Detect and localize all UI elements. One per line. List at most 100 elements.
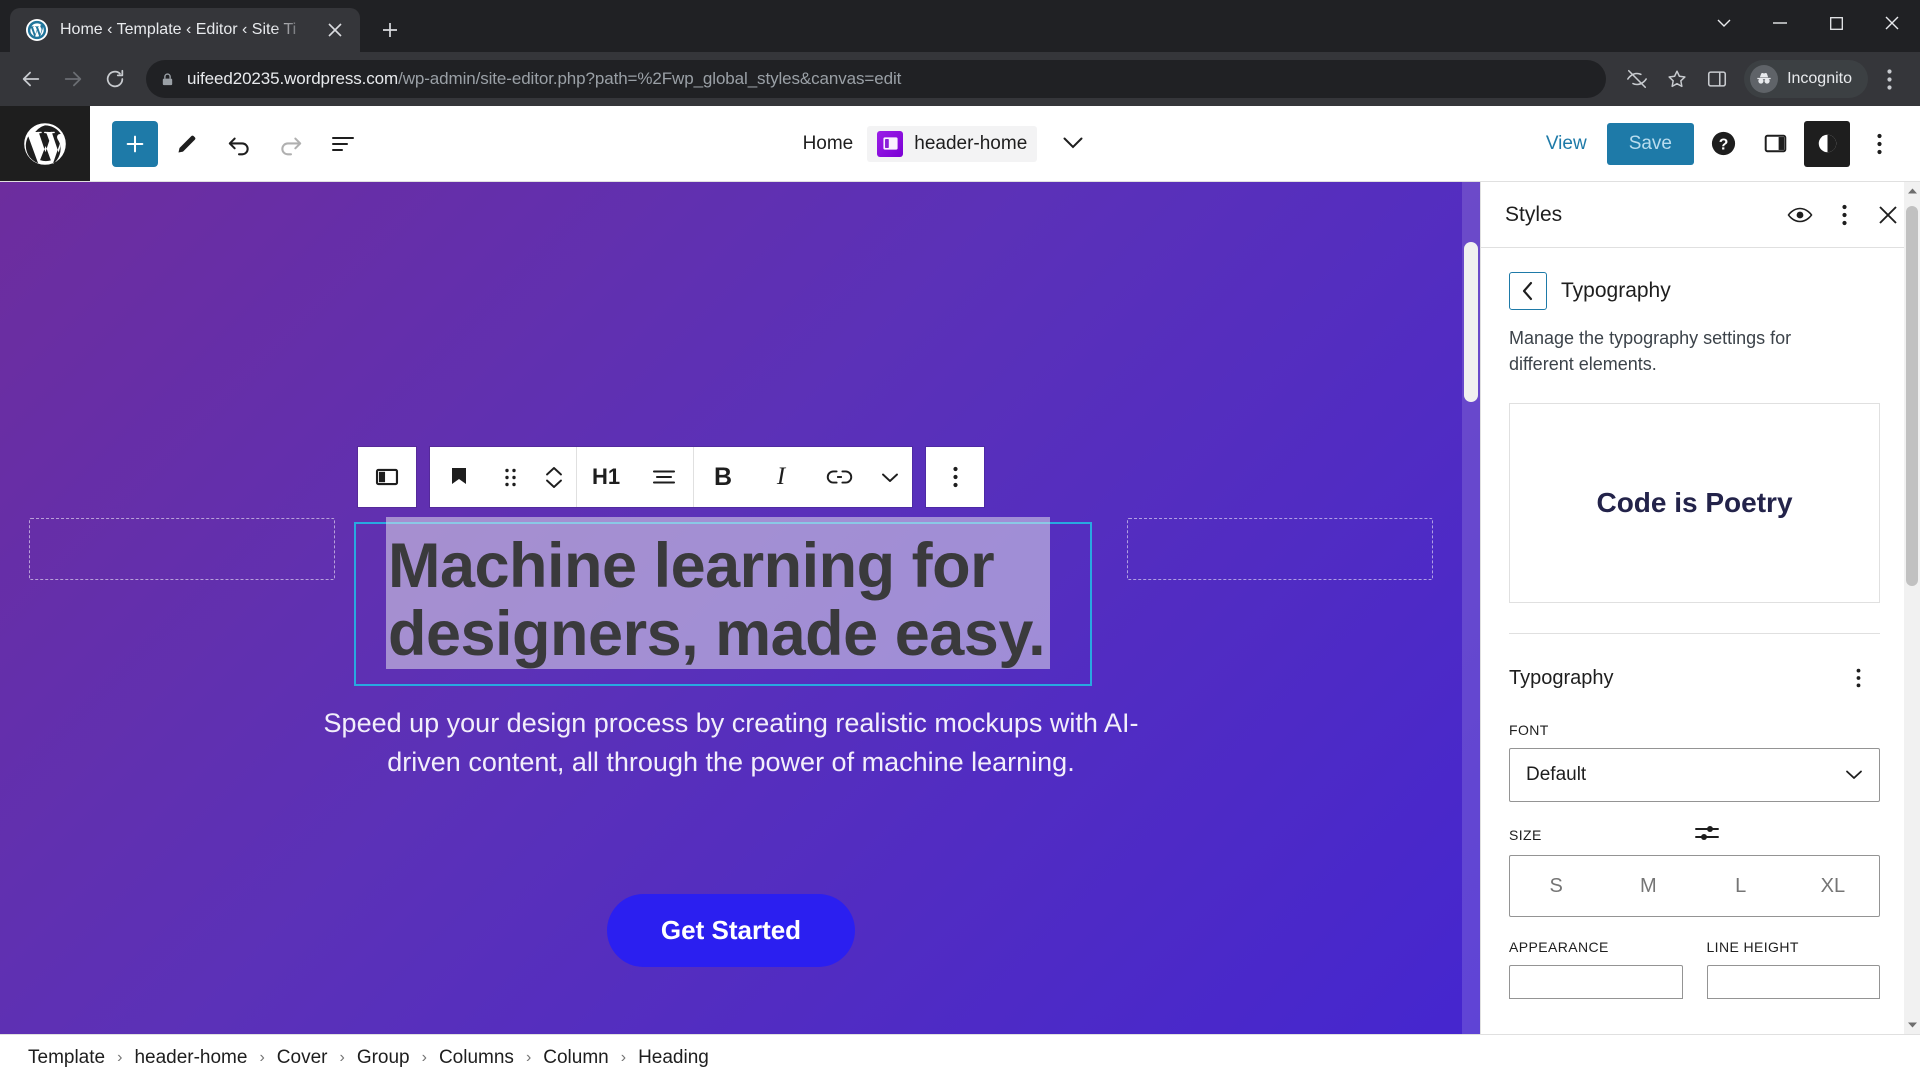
italic-button[interactable]: I <box>752 447 810 507</box>
cta-container: Get Started <box>0 894 1462 967</box>
breadcrumb-separator: › <box>339 1048 345 1066</box>
breadcrumb-separator: › <box>117 1048 123 1066</box>
block-options-group <box>926 447 984 507</box>
back-button[interactable] <box>12 60 50 98</box>
get-started-button[interactable]: Get Started <box>606 894 856 967</box>
appearance-label-text: Appearance <box>1509 939 1609 956</box>
typography-section-options[interactable] <box>1836 656 1880 700</box>
more-rich-text-button[interactable] <box>868 447 912 507</box>
appearance-select[interactable] <box>1509 965 1683 1000</box>
save-button[interactable]: Save <box>1606 122 1694 165</box>
line-height-input[interactable] <box>1706 965 1880 1000</box>
browser-toolbar: uifeed20235.wordpress.com/wp-admin/site-… <box>0 52 1920 106</box>
column-block-icon[interactable] <box>358 447 416 507</box>
window-chevron-icon[interactable] <box>1696 0 1752 46</box>
move-up-down-icon[interactable] <box>532 447 576 507</box>
settings-sidebar-toggle[interactable] <box>1752 121 1798 167</box>
view-button[interactable]: View <box>1532 133 1601 155</box>
size-field-label: Size <box>1509 824 1880 845</box>
breadcrumb-item-template[interactable]: Template <box>28 1047 105 1069</box>
size-option-m[interactable]: M <box>1602 856 1694 916</box>
size-option-l[interactable]: L <box>1695 856 1787 916</box>
drag-handle-icon[interactable] <box>488 447 532 507</box>
sidebar-scrollbar[interactable] <box>1904 182 1920 1034</box>
redo-button[interactable] <box>268 121 314 167</box>
add-block-button[interactable] <box>112 120 158 167</box>
canvas-scrollbar-thumb[interactable] <box>1464 242 1478 402</box>
column-placeholder-left[interactable] <box>29 518 335 580</box>
appearance-label: Appearance <box>1509 939 1683 955</box>
forward-button[interactable] <box>54 60 92 98</box>
font-select[interactable]: Default <box>1509 748 1880 803</box>
breadcrumb-separator: › <box>259 1048 265 1066</box>
heading-level-button[interactable]: H1 <box>577 447 635 507</box>
style-book-icon[interactable] <box>1778 193 1822 237</box>
back-button[interactable] <box>1509 272 1547 310</box>
heading-block[interactable]: Machine learning for designers, made eas… <box>354 522 1092 687</box>
size-option-xl[interactable]: XL <box>1787 856 1879 916</box>
breadcrumb-item-cover[interactable]: Cover <box>277 1047 328 1069</box>
breadcrumb-item-group[interactable]: Group <box>357 1047 410 1069</box>
wordpress-site-editor: Home header-home View Save ? Machine lea… <box>0 106 1920 1080</box>
breadcrumb-separator: › <box>421 1048 427 1066</box>
styles-toggle[interactable] <box>1804 120 1850 167</box>
scroll-down-icon[interactable] <box>1907 1016 1918 1034</box>
new-tab-button[interactable] <box>370 10 410 50</box>
size-label-text: Size <box>1509 826 1542 843</box>
bookmark-star-icon[interactable] <box>1658 60 1696 98</box>
template-chip[interactable]: header-home <box>867 125 1038 162</box>
breadcrumb-item-header-home[interactable]: header-home <box>134 1047 247 1069</box>
address-bar[interactable]: uifeed20235.wordpress.com/wp-admin/site-… <box>146 60 1607 98</box>
typography-section-header: Typography <box>1509 633 1880 700</box>
more-options[interactable] <box>1856 121 1902 167</box>
line-height-label-text: Line height <box>1706 939 1799 956</box>
parent-block-group <box>358 447 416 507</box>
list-view-button[interactable] <box>320 121 366 167</box>
edit-tool-button[interactable] <box>164 121 210 167</box>
wordpress-logo[interactable] <box>0 106 90 181</box>
document-bar: Home header-home <box>366 106 1532 181</box>
minimize-window-icon[interactable] <box>1752 0 1808 46</box>
hero-paragraph[interactable]: Speed up your design process by creating… <box>0 704 1462 782</box>
incognito-profile-button[interactable]: Incognito <box>1744 60 1868 98</box>
close-window-icon[interactable] <box>1864 0 1920 46</box>
heading-block-icon[interactable] <box>430 447 488 507</box>
template-icon <box>877 130 904 157</box>
styles-more-options[interactable] <box>1822 193 1866 237</box>
preview-text: Code is Poetry <box>1596 487 1793 519</box>
breadcrumb-item-columns[interactable]: Columns <box>439 1047 514 1069</box>
sidebar-scrollbar-thumb[interactable] <box>1906 206 1918 586</box>
incognito-label: Incognito <box>1787 70 1852 87</box>
side-panel-icon[interactable] <box>1698 60 1736 98</box>
heading-text[interactable]: Machine learning for designers, made eas… <box>388 532 1058 668</box>
breadcrumb-item-heading[interactable]: Heading <box>638 1047 709 1069</box>
font-size-segmented-control[interactable]: S M L XL <box>1509 855 1880 918</box>
canvas-scrollbar[interactable] <box>1462 182 1480 1034</box>
window-controls <box>1696 0 1920 46</box>
tracking-protection-icon[interactable] <box>1618 60 1656 98</box>
link-button[interactable] <box>810 447 868 507</box>
block-options-button[interactable] <box>926 447 984 507</box>
size-option-s[interactable]: S <box>1510 856 1602 916</box>
wordpress-favicon <box>26 19 48 41</box>
toolbar-actions: Incognito <box>1618 60 1908 98</box>
chevron-down-icon[interactable] <box>1051 122 1095 166</box>
set-custom-size-icon[interactable] <box>1694 824 1881 845</box>
font-label-text: Font <box>1509 722 1549 739</box>
maximize-window-icon[interactable] <box>1808 0 1864 46</box>
help-icon[interactable]: ? <box>1700 121 1746 167</box>
undo-button[interactable] <box>216 121 262 167</box>
align-text-button[interactable] <box>635 447 693 507</box>
reload-button[interactable] <box>96 60 134 98</box>
chrome-menu-icon[interactable] <box>1870 60 1908 98</box>
column-placeholder-right[interactable] <box>1127 518 1433 580</box>
close-tab-icon[interactable] <box>322 17 348 43</box>
address-bar-text: uifeed20235.wordpress.com/wp-admin/site-… <box>187 69 1592 89</box>
scroll-up-icon[interactable] <box>1907 182 1918 200</box>
url-domain: uifeed20235.wordpress.com <box>187 69 399 88</box>
typography-preview-card: Code is Poetry <box>1509 403 1880 604</box>
browser-tab[interactable]: Home ‹ Template ‹ Editor ‹ Site Ti <box>10 8 360 52</box>
typography-screen-title: Typography <box>1561 279 1671 302</box>
bold-button[interactable]: B <box>694 447 752 507</box>
breadcrumb-item-column[interactable]: Column <box>543 1047 608 1069</box>
